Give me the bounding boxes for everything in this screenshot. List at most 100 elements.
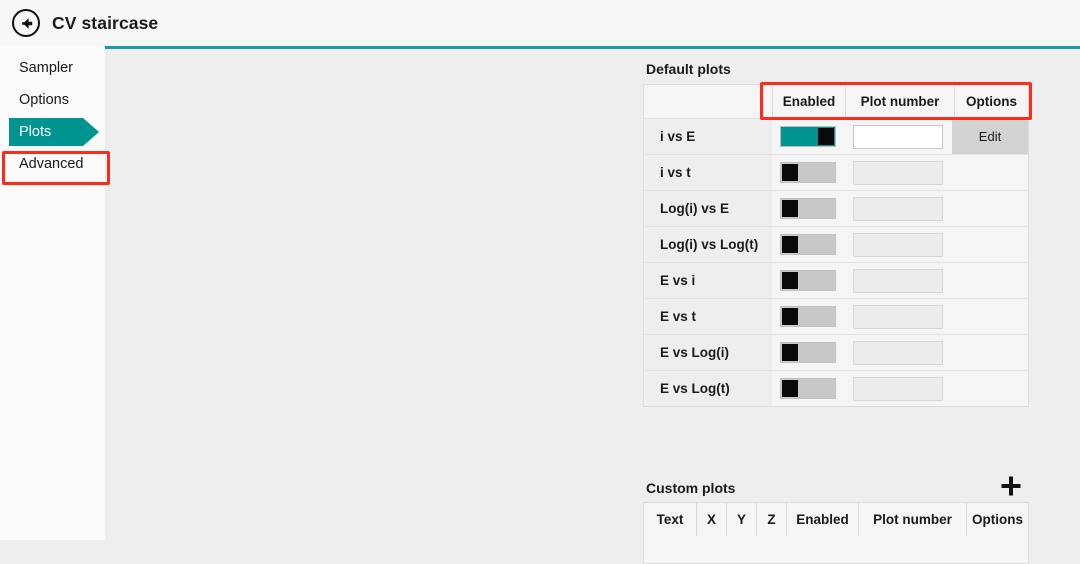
enabled-cell — [772, 371, 844, 406]
enabled-cell — [772, 119, 844, 154]
sidebar-item-label: Plots — [19, 124, 52, 140]
enabled-cell — [772, 299, 844, 334]
sidebar-item-advanced[interactable]: Advanced — [0, 148, 105, 180]
sidebar-item-label: Options — [19, 92, 69, 108]
accent-rule — [105, 46, 1080, 49]
plus-icon — [998, 473, 1024, 499]
options-cell — [952, 335, 1028, 370]
toggle-thumb — [782, 200, 798, 217]
options-cell: Edit — [952, 119, 1028, 154]
toggle-thumb — [782, 164, 798, 181]
custom-plots-panel: Custom plots Text X Y Z Enabled Plot num… — [643, 476, 1033, 564]
page-title: CV staircase — [52, 12, 159, 33]
plot-number-input[interactable] — [853, 124, 943, 149]
header-cell-z: Z — [756, 503, 786, 536]
custom-plots-table: Text X Y Z Enabled Plot number Options — [643, 502, 1029, 564]
title-bar: CV staircase — [0, 0, 1080, 46]
enabled-toggle[interactable] — [780, 270, 836, 291]
plot-number-input[interactable] — [853, 304, 943, 329]
sidebar-item-sampler[interactable]: Sampler — [0, 52, 105, 84]
custom-plots-title: Custom plots — [646, 480, 736, 496]
toggle-thumb — [782, 344, 798, 361]
sidebar: Sampler Options Plots Advanced — [0, 46, 110, 540]
table-row: Log(i) vs E — [644, 190, 1028, 226]
header-cell-plot-number: Plot number — [845, 85, 954, 118]
back-button[interactable] — [12, 9, 40, 37]
toggle-thumb — [818, 128, 834, 145]
row-label: Log(i) vs Log(t) — [644, 227, 772, 262]
custom-table-header-row: Text X Y Z Enabled Plot number Options — [644, 503, 1028, 536]
header-cell-enabled: Enabled — [772, 85, 845, 118]
application-window: CV staircase Sampler Options Plots Advan… — [0, 0, 1080, 564]
header-cell-y: Y — [726, 503, 756, 536]
table-row: i vs t — [644, 154, 1028, 190]
default-plots-title: Default plots — [646, 61, 731, 77]
toggle-thumb — [782, 380, 798, 397]
row-label: Log(i) vs E — [644, 191, 772, 226]
header-cell-enabled: Enabled — [786, 503, 858, 536]
row-label: E vs Log(t) — [644, 371, 772, 406]
enabled-toggle[interactable] — [780, 306, 836, 327]
default-plots-panel: Default plots Enabled Plot number Option… — [643, 61, 1033, 407]
options-cell — [952, 227, 1028, 262]
edit-button[interactable]: Edit — [952, 119, 1028, 154]
enabled-cell — [772, 155, 844, 190]
row-label: E vs i — [644, 263, 772, 298]
default-plots-table: Enabled Plot number Options i vs E Edit … — [643, 84, 1029, 407]
sidebar-nav: Sampler Options Plots Advanced — [0, 52, 105, 180]
plot-number-cell — [844, 155, 952, 190]
row-label: i vs t — [644, 155, 772, 190]
enabled-toggle[interactable] — [780, 198, 836, 219]
custom-plots-header: Custom plots — [643, 476, 1033, 502]
plot-number-input[interactable] — [853, 340, 943, 365]
custom-table-empty-body — [644, 536, 1028, 564]
options-cell — [952, 371, 1028, 406]
options-cell — [952, 299, 1028, 334]
toggle-thumb — [782, 236, 798, 253]
plot-number-cell — [844, 299, 952, 334]
add-custom-plot-button[interactable] — [998, 473, 1024, 499]
plot-number-cell — [844, 263, 952, 298]
plot-number-input[interactable] — [853, 376, 943, 401]
enabled-cell — [772, 263, 844, 298]
enabled-toggle[interactable] — [780, 162, 836, 183]
plot-number-input[interactable] — [853, 232, 943, 257]
plot-number-cell — [844, 371, 952, 406]
back-arrow-icon — [18, 15, 35, 32]
plot-number-input[interactable] — [853, 160, 943, 185]
header-cell-text: Text — [656, 512, 684, 527]
sidebar-item-plots[interactable]: Plots — [0, 116, 105, 148]
table-row: E vs Log(i) — [644, 334, 1028, 370]
header-cell-options: Options — [966, 503, 1028, 536]
table-header-row: Enabled Plot number Options — [644, 85, 1028, 118]
row-label: E vs t — [644, 299, 772, 334]
plot-number-cell — [844, 191, 952, 226]
enabled-toggle[interactable] — [780, 234, 836, 255]
options-cell — [952, 191, 1028, 226]
header-cell-blank — [644, 85, 772, 118]
table-row: Log(i) vs Log(t) — [644, 226, 1028, 262]
sidebar-item-options[interactable]: Options — [0, 84, 105, 116]
row-label: i vs E — [644, 119, 772, 154]
options-cell — [952, 263, 1028, 298]
enabled-cell — [772, 227, 844, 262]
plot-number-input[interactable] — [853, 268, 943, 293]
row-label: E vs Log(i) — [644, 335, 772, 370]
header-cell-plot-number: Plot number — [858, 503, 966, 536]
table-row: i vs E Edit — [644, 118, 1028, 154]
table-row: E vs t — [644, 298, 1028, 334]
toggle-thumb — [782, 272, 798, 289]
toggle-thumb — [782, 308, 798, 325]
plot-number-cell — [844, 119, 952, 154]
table-row: E vs i — [644, 262, 1028, 298]
plot-number-input[interactable] — [853, 196, 943, 221]
enabled-cell — [772, 191, 844, 226]
enabled-toggle[interactable] — [780, 126, 836, 147]
enabled-toggle[interactable] — [780, 378, 836, 399]
content-area: Default plots Enabled Plot number Option… — [105, 46, 1080, 564]
plot-number-cell — [844, 335, 952, 370]
options-cell — [952, 155, 1028, 190]
sidebar-item-label: Sampler — [19, 60, 73, 76]
header-cell-x: X — [696, 503, 726, 536]
enabled-toggle[interactable] — [780, 342, 836, 363]
